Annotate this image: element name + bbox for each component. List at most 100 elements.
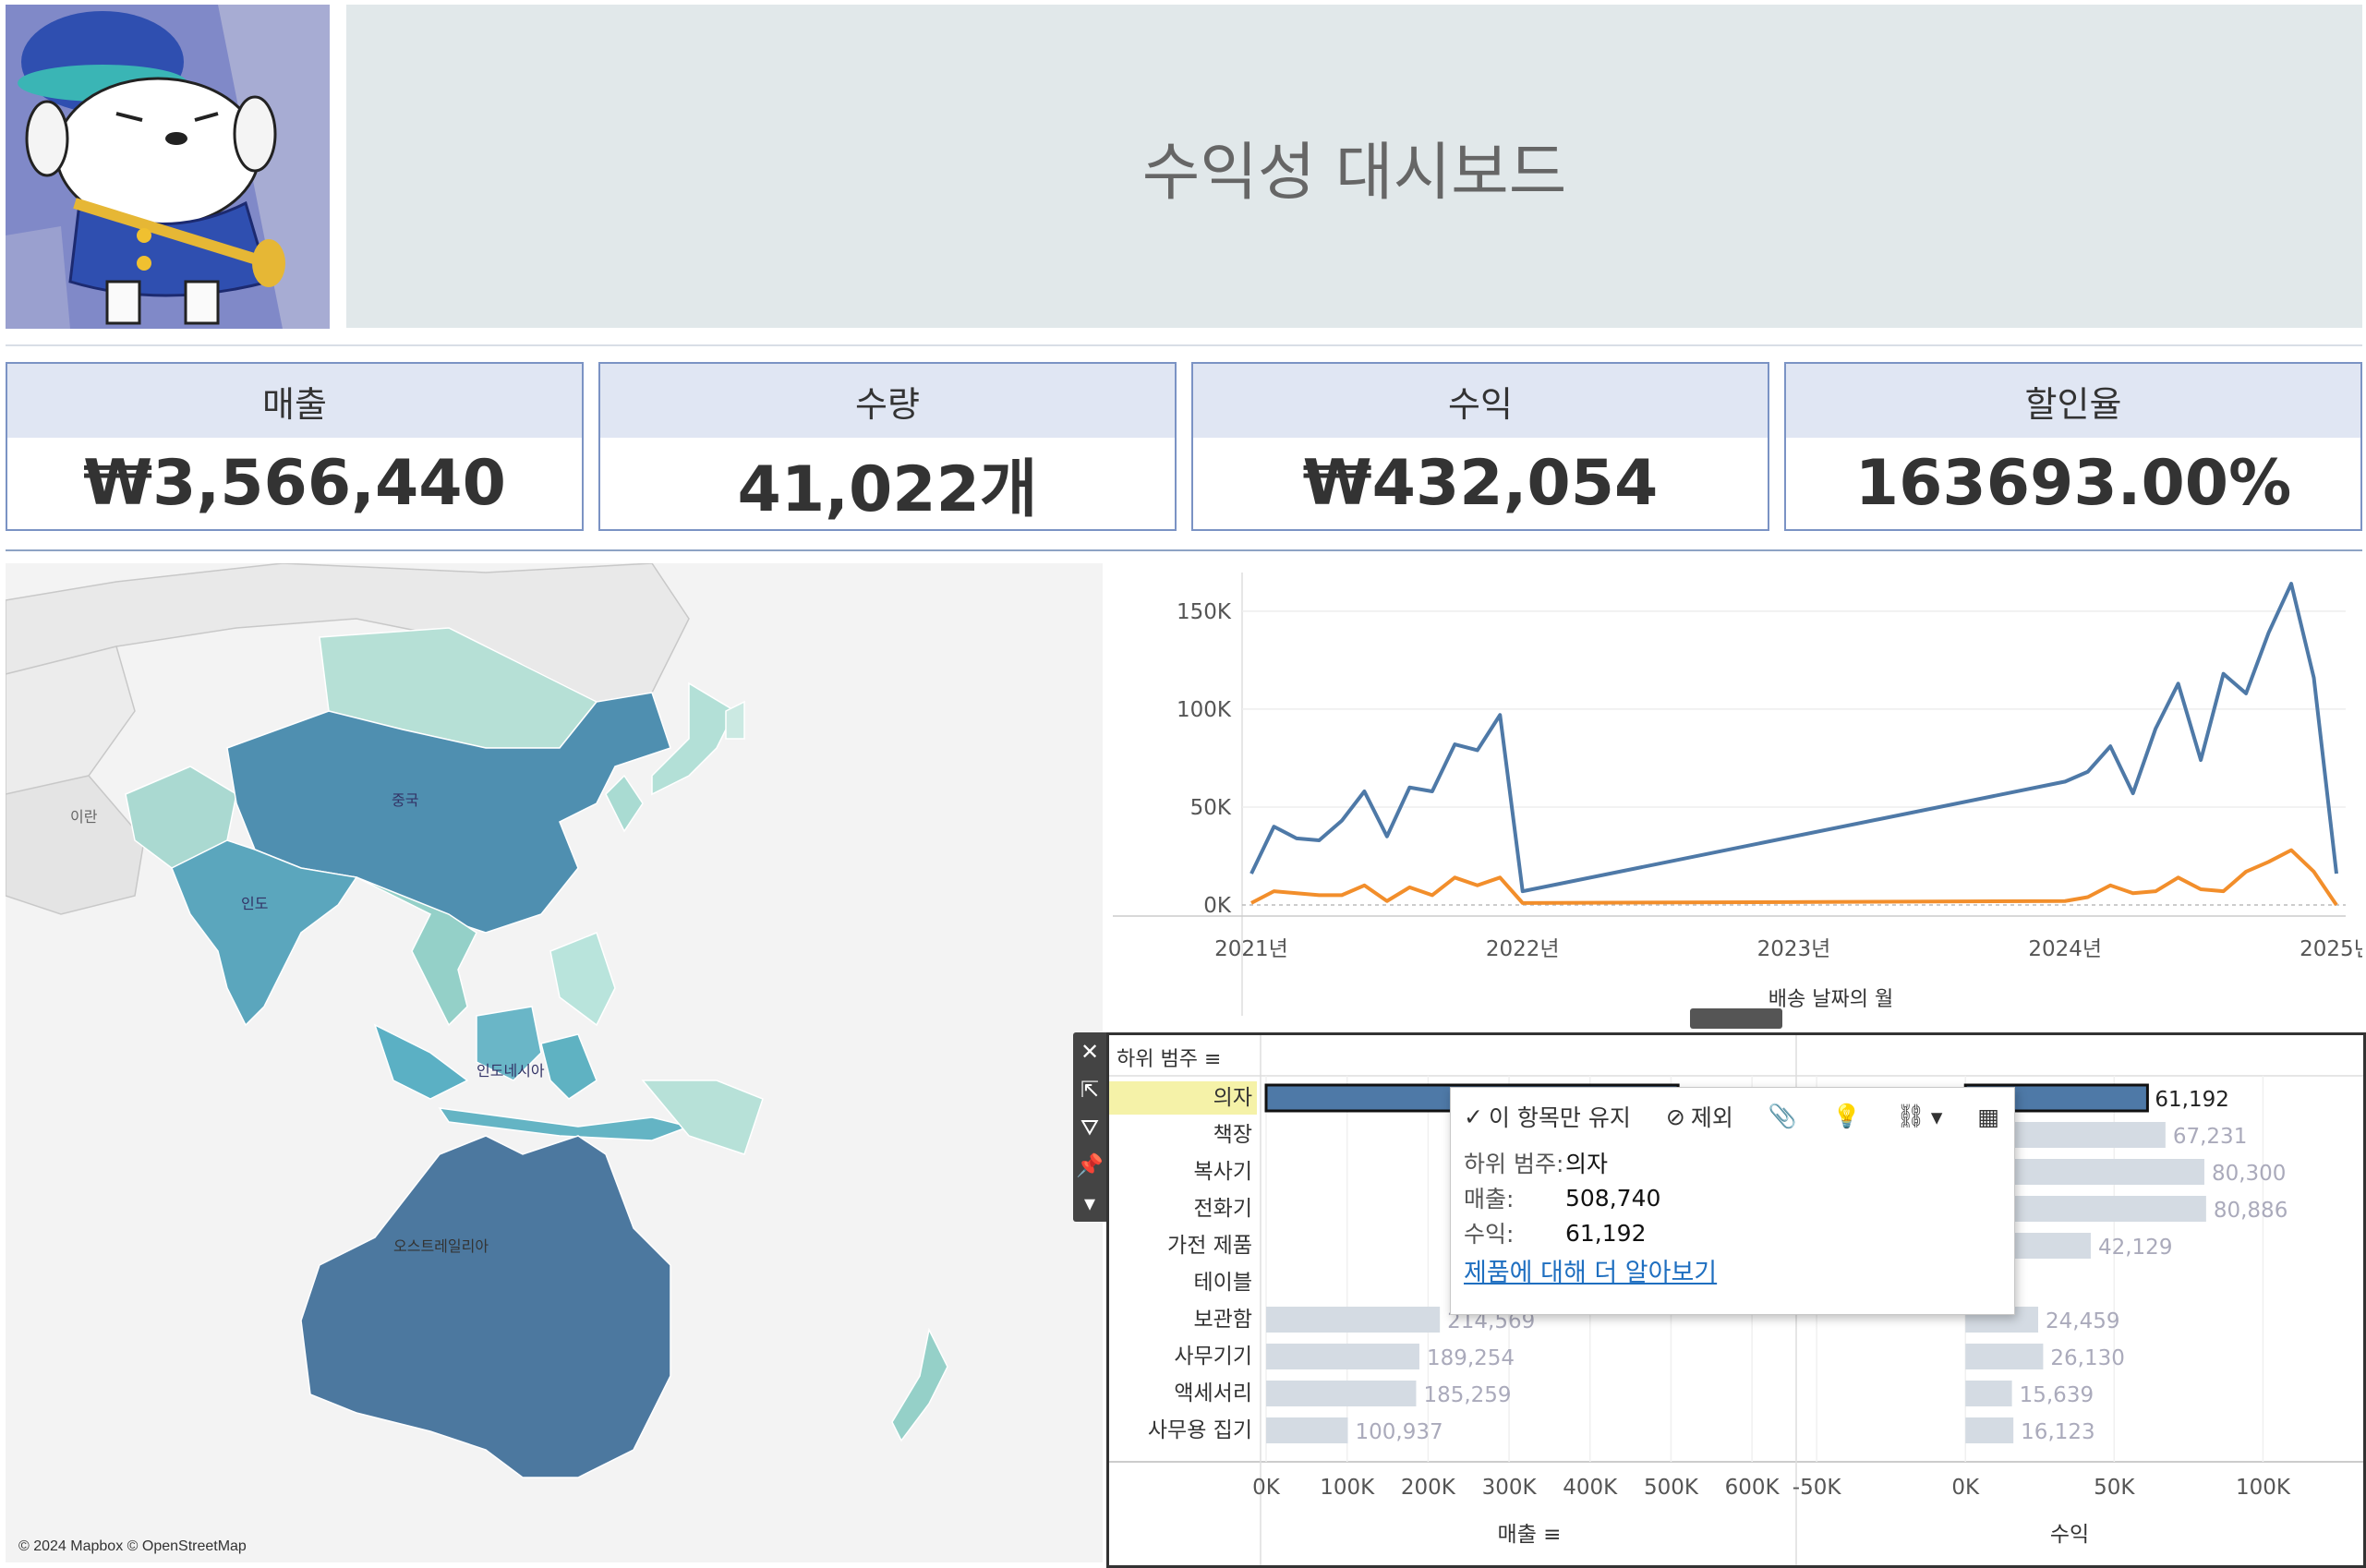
bar-value-label: 80,886 <box>2214 1199 2288 1223</box>
bar-value-label: 61,192 <box>2155 1088 2228 1112</box>
measure-title: 수익 <box>2050 1523 2089 1547</box>
map-label-china: 중국 <box>392 791 418 809</box>
bar-value-label: 16,123 <box>2021 1420 2094 1444</box>
table-icon: ▦ <box>1977 1103 2000 1130</box>
tooltip-key: 수익: <box>1464 1221 1515 1248</box>
title-banner: 수익성 대시보드 <box>346 5 2362 328</box>
x-tick-label: 2024년 <box>2028 937 2102 961</box>
bar <box>1965 1417 2014 1443</box>
tooltip-value: 의자 <box>1565 1151 1609 1177</box>
x-tick-label: 0K <box>1951 1476 1980 1500</box>
bar <box>1266 1417 1348 1443</box>
category-label: 의자 <box>1213 1086 1252 1110</box>
explain-button[interactable]: 💡 <box>1832 1103 1861 1130</box>
category-label: 보관함 <box>1194 1308 1252 1332</box>
map-attribution: © 2024 Mapbox © OpenStreetMap <box>18 1538 247 1554</box>
monthly-line-chart[interactable]: 150K 100K 50K 0K 2021년 2022년 2023년 2024년 2025년배송… <box>1113 563 2366 1016</box>
pin-icon[interactable]: 📌 <box>1073 1146 1106 1184</box>
x-axis-title: 배송 날짜의 월 <box>1768 988 1893 1011</box>
category-label: 전화기 <box>1194 1197 1252 1221</box>
kpi-profit-card[interactable]: 수익 ₩432,054 <box>1191 362 1769 531</box>
bar <box>1266 1307 1441 1333</box>
attach-button[interactable]: 📎 <box>1768 1103 1797 1130</box>
tooltip-value: 508,740 <box>1565 1184 1661 1212</box>
kpi-label: 할인율 <box>1786 364 2360 438</box>
paperclip-icon: 📎 <box>1768 1103 1797 1129</box>
tooltip-row: 매출: 508,740 <box>1451 1180 2014 1215</box>
kpi-discount-card[interactable]: 할인율 163693.00% <box>1784 362 2362 531</box>
group-button[interactable]: ⛓ ▾ <box>1896 1103 1942 1130</box>
bar-value-label: 189,254 <box>1427 1346 1515 1370</box>
x-tick-label: 2023년 <box>1757 937 1831 961</box>
x-tick-label: 100K <box>1320 1476 1375 1500</box>
region-map[interactable]: 이란 중국 인도 인도네시아 오스트레일리아 © 2024 Mapbox © O… <box>6 563 1103 1562</box>
tooltip-key: 하위 범주: <box>1464 1151 1564 1177</box>
kpi-label: 수량 <box>600 364 1175 438</box>
kpi-quantity-card[interactable]: 수량 41,022개 <box>598 362 1177 531</box>
divider <box>6 549 2362 551</box>
open-external-icon[interactable]: ⇱ <box>1073 1070 1106 1108</box>
category-label: 사무기기 <box>1174 1345 1252 1369</box>
bar-value-label: 42,129 <box>2098 1236 2172 1260</box>
category-label: 책장 <box>1213 1123 1252 1147</box>
category-label: 테이블 <box>1194 1271 1252 1295</box>
x-tick-label: 200K <box>1401 1476 1456 1500</box>
bar-value-label: 67,231 <box>2173 1125 2247 1149</box>
map-label-india: 인도 <box>241 895 268 912</box>
x-tick-label: 2021년 <box>1214 937 1288 961</box>
bar-value-label: 80,300 <box>2212 1162 2286 1186</box>
kpi-value: 163693.00% <box>1854 447 2292 520</box>
x-tick-label: 0K <box>1252 1476 1281 1500</box>
bar-value-label: 15,639 <box>2020 1383 2094 1407</box>
map-label-iran: 이란 <box>70 808 98 826</box>
kpi-label: 수익 <box>1193 364 1768 438</box>
drag-handle[interactable] <box>1690 1008 1782 1029</box>
filter-icon[interactable]: ⛛ <box>1073 1108 1106 1146</box>
kpi-sales-card[interactable]: 매출 ₩3,566,440 <box>6 362 584 531</box>
tooltip-row: 수익: 61,192 <box>1451 1215 2014 1250</box>
chevron-down-icon: ▾ <box>1930 1103 1943 1130</box>
tooltip-actions: ✓ 이 항목만 유지 ⊘ 제외 📎 💡 ⛓ ▾ ▦ <box>1451 1088 2014 1145</box>
map-label-australia: 오스트레일리아 <box>393 1237 489 1255</box>
category-label: 액세서리 <box>1174 1381 1252 1405</box>
sheet-toolbar: ✕ ⇱ ⛛ 📌 ▾ <box>1073 1032 1106 1222</box>
x-tick-label: 2022년 <box>1486 937 1560 961</box>
bar-value-label: 26,130 <box>2050 1346 2124 1370</box>
bar <box>1965 1344 2044 1369</box>
y-tick-label: 150K <box>1177 600 1232 624</box>
x-tick-label: 500K <box>1644 1476 1699 1500</box>
divider <box>6 344 2362 346</box>
kpi-value: 41,022개 <box>737 453 1038 526</box>
keep-only-button[interactable]: ✓ 이 항목만 유지 <box>1464 1100 1631 1133</box>
x-tick-label: -50K <box>1793 1476 1842 1500</box>
x-tick-label: 2025년 <box>2300 937 2362 961</box>
sales-line <box>1249 582 2338 894</box>
y-tick-label: 50K <box>1190 796 1232 820</box>
learn-more-link[interactable]: 제품에 대해 더 알아보기 <box>1451 1252 2014 1288</box>
bar <box>1266 1381 1417 1406</box>
page-title: 수익성 대시보드 <box>1141 136 1567 210</box>
check-icon: ✓ <box>1464 1103 1483 1130</box>
view-data-button[interactable]: ▦ <box>1977 1104 1999 1130</box>
category-label: 복사기 <box>1194 1160 1252 1184</box>
dashboard: 수익성 대시보드 매출 ₩3,566,440 수량 41,022개 수익 ₩43… <box>0 0 2366 1568</box>
x-tick-label: 50K <box>2094 1476 2135 1500</box>
exclude-button[interactable]: ⊘ 제외 <box>1666 1100 1733 1133</box>
x-tick-label: 600K <box>1725 1476 1781 1500</box>
mark-tooltip: ✓ 이 항목만 유지 ⊘ 제외 📎 💡 ⛓ ▾ ▦ 하위 범주: 의자 매출: 5… <box>1450 1087 2015 1315</box>
link-icon: ⛓ <box>1896 1103 1925 1129</box>
chevron-down-icon[interactable]: ▾ <box>1073 1184 1106 1222</box>
tooltip-row: 하위 범주: 의자 <box>1451 1145 2014 1180</box>
category-label: 사무용 집기 <box>1148 1418 1252 1442</box>
profit-line <box>1250 848 2338 907</box>
x-tick-label: 100K <box>2236 1476 2291 1500</box>
ban-icon: ⊘ <box>1665 1103 1685 1130</box>
bar-value-label: 100,937 <box>1356 1420 1443 1444</box>
y-tick-label: 0K <box>1203 894 1232 918</box>
bar-value-label: 185,259 <box>1423 1383 1511 1407</box>
map-label-indonesia: 인도네시아 <box>477 1062 545 1080</box>
category-label: 가전 제품 <box>1167 1234 1252 1258</box>
close-icon[interactable]: ✕ <box>1073 1032 1106 1070</box>
measure-title: 매출 ≡ <box>1498 1523 1562 1547</box>
tooltip-key: 매출: <box>1464 1186 1515 1212</box>
